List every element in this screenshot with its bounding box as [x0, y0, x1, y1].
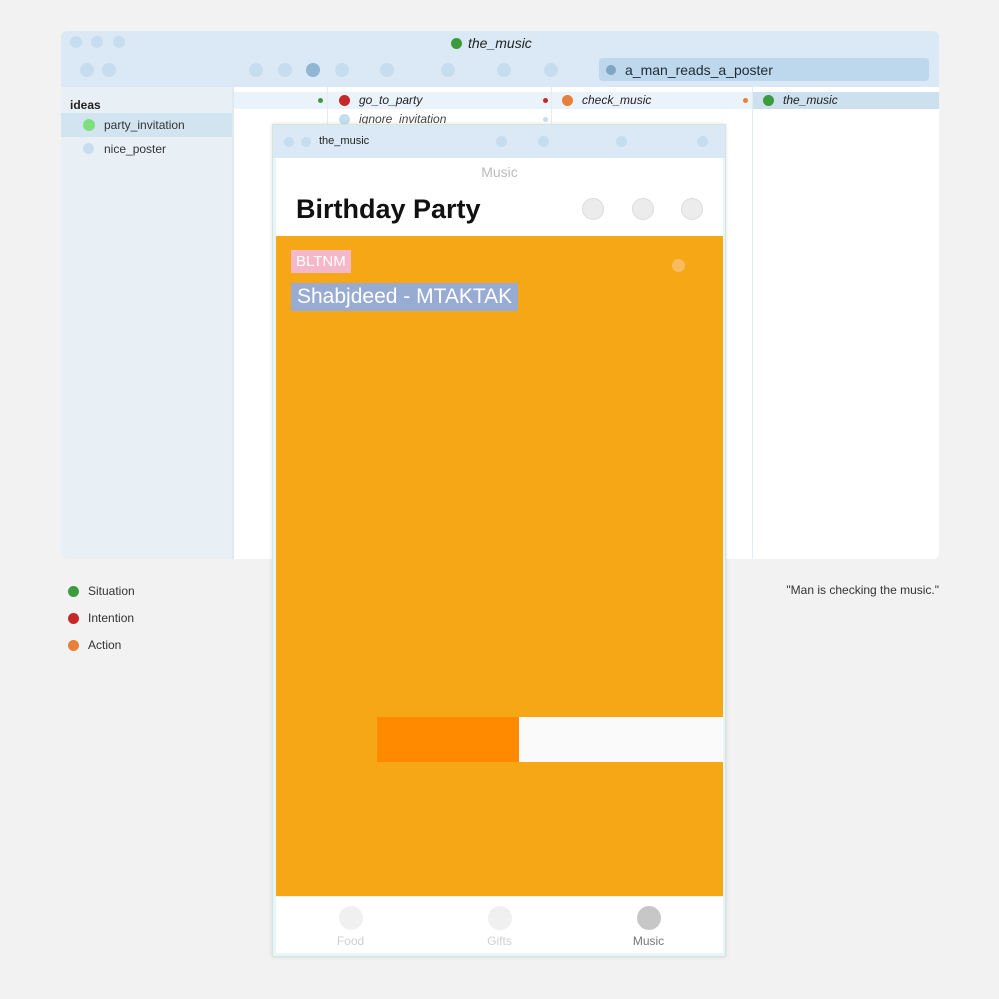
window-maximize-button[interactable] [113, 36, 125, 48]
toolbar-tool-7-icon[interactable] [544, 63, 558, 77]
window-minimize-button[interactable] [91, 36, 103, 48]
sidebar: ideas party_invitation nice_poster [61, 87, 232, 559]
legend-label: Action [88, 638, 122, 652]
window-minimize-button[interactable] [301, 137, 311, 147]
toolbar-tool-5-icon[interactable] [441, 63, 455, 77]
phone-preview-window: the_music Music Birthday Party BLTNM Sha… [272, 124, 726, 957]
legend-label: Intention [88, 611, 135, 625]
header-action-1-button[interactable] [582, 198, 604, 220]
situation-dot-icon [68, 586, 79, 597]
sidebar-heading: ideas [70, 98, 101, 112]
tab-label: Food [336, 934, 365, 948]
toolbar-tool-active-icon[interactable] [306, 63, 320, 77]
search-input-value: a_man_reads_a_poster [625, 62, 773, 78]
toolbar-tool-2-icon[interactable] [278, 63, 292, 77]
artist-badge: BLTNM [291, 250, 351, 273]
chip-label: check_music [582, 93, 652, 107]
sidebar-item-label: nice_poster [104, 142, 167, 156]
connector-dot-icon [743, 98, 748, 103]
chip-label: the_music [783, 93, 838, 107]
status-dot-icon [672, 259, 685, 272]
legend-label: Situation [88, 584, 135, 598]
phone-tool-3-icon[interactable] [616, 136, 627, 147]
music-panel: BLTNM Shabjdeed - MTAKTAK [276, 236, 723, 896]
tab-label: Music [632, 934, 665, 948]
situation-dot-icon [451, 38, 462, 49]
idea-dot-icon [83, 143, 94, 154]
sidebar-item-label: party_invitation [104, 118, 185, 132]
column-divider [752, 87, 753, 559]
scene-caption: "Man is checking the music." [786, 583, 939, 597]
chip-the-music[interactable]: the_music [753, 92, 939, 109]
chip-check-music[interactable]: check_music [552, 92, 752, 109]
search-input[interactable]: a_man_reads_a_poster [599, 58, 929, 81]
window-close-button[interactable] [284, 137, 294, 147]
column-header-ideas[interactable] [234, 92, 327, 109]
tab-label: Gifts [487, 934, 512, 948]
phone-title-bar: the_music [273, 125, 725, 158]
forward-icon[interactable] [102, 63, 116, 77]
chip-go-to-party[interactable]: go_to_party [328, 92, 551, 109]
connector-dot-icon [318, 98, 323, 103]
toolbar-tool-3-icon[interactable] [335, 63, 349, 77]
window-title: the_music [451, 35, 532, 51]
tab-music[interactable]: Music [574, 897, 723, 953]
phone-window-title: the_music [319, 135, 370, 147]
action-dot-icon [562, 95, 573, 106]
music-icon [637, 906, 661, 930]
toolbar-tool-6-icon[interactable] [497, 63, 511, 77]
song-title: Shabjdeed - MTAKTAK [291, 283, 519, 311]
progress-fill [377, 717, 519, 762]
window-title-text: the_music [468, 35, 532, 51]
sidebar-item-party-invitation[interactable]: party_invitation [61, 113, 232, 137]
title-bar: the_music a_man_reads_a_poster [61, 31, 939, 87]
intention-dot-icon [339, 95, 350, 106]
situation-dot-icon [83, 119, 95, 131]
search-icon [606, 65, 616, 75]
toolbar-tool-1-icon[interactable] [249, 63, 263, 77]
screen-label: Music [481, 164, 518, 180]
sidebar-item-nice-poster[interactable]: nice_poster [61, 137, 232, 161]
tab-food[interactable]: Food [276, 897, 425, 953]
column-divider [232, 87, 234, 559]
toolbar-tool-4-icon[interactable] [380, 63, 394, 77]
back-icon[interactable] [80, 63, 94, 77]
phone-screen: Music Birthday Party BLTNM Shabjdeed - M… [276, 158, 723, 953]
chip-label: go_to_party [359, 93, 423, 107]
header-action-3-button[interactable] [681, 198, 703, 220]
header-action-2-button[interactable] [632, 198, 654, 220]
connector-dot-icon [543, 117, 548, 122]
window-close-button[interactable] [70, 36, 82, 48]
tab-bar: Food Gifts Music [276, 896, 723, 953]
phone-tool-4-icon[interactable] [697, 136, 708, 147]
intention-dot-icon [68, 613, 79, 624]
phone-tool-1-icon[interactable] [496, 136, 507, 147]
action-dot-icon [68, 640, 79, 651]
progress-bar[interactable] [377, 717, 723, 762]
situation-dot-icon [763, 95, 774, 106]
phone-tool-2-icon[interactable] [538, 136, 549, 147]
tab-gifts[interactable]: Gifts [425, 897, 574, 953]
gift-icon [488, 906, 512, 930]
food-icon [339, 906, 363, 930]
connector-dot-icon [543, 98, 548, 103]
screen-heading: Birthday Party [296, 194, 481, 224]
